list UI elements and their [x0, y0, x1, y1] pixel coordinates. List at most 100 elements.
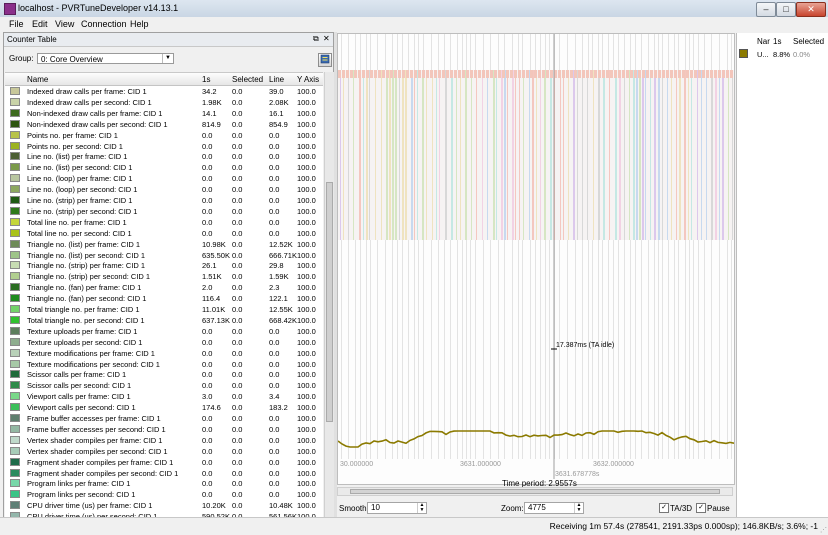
table-row[interactable]: Scissor calls per second: CID 1 0.0 0.0 0.0… — [5, 380, 323, 391]
table-row[interactable]: Frame buffer accesses per frame: CID 1 0.… — [5, 413, 323, 424]
table-row[interactable]: Total line no. per frame: CID 1 0.0 0.0 0.0… — [5, 217, 323, 228]
scrollbar-thumb[interactable] — [326, 182, 333, 422]
counter-color-swatch[interactable] — [10, 392, 20, 401]
menu-connection[interactable]: Connection — [81, 19, 127, 29]
legend-col-name[interactable]: Nar — [757, 37, 770, 46]
col-line-header[interactable]: Line — [269, 75, 284, 84]
counter-color-swatch[interactable] — [10, 97, 20, 106]
table-row[interactable]: Line no. (loop) per second: CID 1 0.0 0.0 0… — [5, 184, 323, 195]
table-scrollbar[interactable] — [324, 72, 334, 517]
legend-row[interactable]: U... 8.8% 0.0% — [737, 49, 828, 61]
table-row[interactable]: Line no. (list) per frame: CID 1 0.0 0.0 0.… — [5, 151, 323, 162]
pause-checkbox[interactable]: ✓ — [696, 503, 706, 513]
close-button[interactable]: ✕ — [796, 2, 826, 17]
legend-col-selected[interactable]: Selected — [793, 37, 824, 46]
table-row[interactable]: Vertex shader compiles per frame: CID 1 0… — [5, 435, 323, 446]
close-panel-icon[interactable]: ✕ — [323, 34, 330, 43]
counter-color-swatch[interactable] — [10, 446, 20, 455]
counter-color-swatch[interactable] — [10, 305, 20, 313]
counter-color-swatch[interactable] — [10, 283, 20, 292]
menu-view[interactable]: View — [55, 19, 74, 29]
table-row[interactable]: Line no. (list) per second: CID 1 0.0 0.0 0… — [5, 162, 323, 173]
counter-color-swatch[interactable] — [10, 239, 20, 248]
table-row[interactable]: Scissor calls per frame: CID 1 0.0 0.0 0.0 1… — [5, 369, 323, 380]
counter-color-swatch[interactable] — [10, 228, 20, 237]
table-row[interactable]: Triangle no. (strip) per frame: CID 1 26.… — [5, 260, 323, 271]
table-row[interactable]: Indexed draw calls per second: CID 1 1.98… — [5, 97, 323, 108]
counter-color-swatch[interactable] — [10, 119, 20, 128]
resize-grip-icon[interactable]: ⋰ — [820, 526, 827, 534]
counter-color-swatch[interactable] — [10, 174, 20, 183]
menu-edit[interactable]: Edit — [32, 19, 48, 29]
counter-color-swatch[interactable] — [10, 217, 20, 226]
table-row[interactable]: Viewport calls per frame: CID 1 3.0 0.0 3.4… — [5, 391, 323, 402]
table-row[interactable]: Triangle no. (strip) per second: CID 1 1.… — [5, 271, 323, 282]
counter-color-swatch[interactable] — [10, 108, 20, 117]
counter-color-swatch[interactable] — [10, 414, 20, 422]
zoom-spinbox[interactable]: 4775 ▲ ▼ — [524, 502, 584, 514]
timeline-scrollbar[interactable] — [337, 487, 733, 496]
counter-color-swatch[interactable] — [10, 315, 20, 324]
counter-color-swatch[interactable] — [10, 403, 20, 412]
table-row[interactable]: Fragment shader compiles per second: CID… — [5, 468, 323, 479]
counter-color-swatch[interactable] — [10, 348, 20, 357]
timeline-scrollbar-thumb[interactable] — [350, 489, 720, 494]
col-selected-header[interactable]: Selected — [232, 75, 263, 84]
table-row[interactable]: Non-indexed draw calls per second: CID 1… — [5, 119, 323, 130]
menu-file[interactable]: File — [9, 19, 24, 29]
col-name-header[interactable]: Name — [27, 75, 48, 84]
group-select[interactable]: 0: Core Overview ▼ — [37, 53, 174, 64]
table-row[interactable]: Viewport calls per second: CID 1 174.6 0.0… — [5, 402, 323, 413]
counter-color-swatch[interactable] — [10, 87, 20, 95]
minimize-button[interactable]: – — [756, 2, 776, 17]
table-row[interactable]: Vertex shader compiles per second: CID 1… — [5, 446, 323, 457]
counter-color-swatch[interactable] — [10, 130, 20, 139]
table-row[interactable]: Texture modifications per second: CID 1 0… — [5, 359, 323, 370]
counter-color-swatch[interactable] — [10, 326, 20, 335]
maximize-button[interactable]: □ — [776, 2, 796, 17]
counter-color-swatch[interactable] — [10, 359, 20, 368]
counter-color-swatch[interactable] — [10, 468, 20, 477]
table-row[interactable]: Total triangle no. per frame: CID 1 11.01… — [5, 304, 323, 315]
counter-color-swatch[interactable] — [10, 272, 20, 281]
counter-color-swatch[interactable] — [10, 206, 20, 215]
smooth-spinbox[interactable]: 10 ▲ ▼ — [367, 502, 427, 514]
counter-color-swatch[interactable] — [10, 152, 20, 161]
table-row[interactable]: Program links per frame: CID 1 0.0 0.0 0.0 1… — [5, 478, 323, 489]
counter-color-swatch[interactable] — [10, 141, 20, 150]
table-row[interactable]: Line no. (loop) per frame: CID 1 0.0 0.0 0.… — [5, 173, 323, 184]
spin-arrows-icon[interactable]: ▲ ▼ — [574, 503, 583, 513]
table-row[interactable]: Texture uploads per second: CID 1 0.0 0.0 0… — [5, 337, 323, 348]
table-row[interactable]: Total line no. per second: CID 1 0.0 0.0 0.… — [5, 228, 323, 239]
counter-color-swatch[interactable] — [10, 250, 20, 259]
table-row[interactable]: Total triangle no. per second: CID 1 637.… — [5, 315, 323, 326]
counter-color-swatch[interactable] — [10, 185, 20, 194]
table-row[interactable]: Fragment shader compiles per frame: CID … — [5, 457, 323, 468]
counter-color-swatch[interactable] — [10, 435, 20, 444]
counter-color-swatch[interactable] — [10, 479, 20, 488]
table-row[interactable]: Texture uploads per frame: CID 1 0.0 0.0 0.… — [5, 326, 323, 337]
table-row[interactable]: Triangle no. (list) per frame: CID 1 10.9… — [5, 239, 323, 250]
counter-color-swatch[interactable] — [10, 163, 20, 172]
counter-color-swatch[interactable] — [10, 337, 20, 346]
counter-color-swatch[interactable] — [10, 490, 20, 499]
table-row[interactable]: Triangle no. (list) per second: CID 1 635… — [5, 250, 323, 261]
counter-color-swatch[interactable] — [10, 370, 20, 379]
table-row[interactable]: CPU driver time (us) per frame: CID 1 10.… — [5, 500, 323, 511]
menu-help[interactable]: Help — [130, 19, 149, 29]
table-row[interactable]: Non-indexed draw calls per frame: CID 1 1… — [5, 108, 323, 119]
counter-color-swatch[interactable] — [10, 424, 20, 433]
col-1s-header[interactable]: 1s — [202, 75, 210, 84]
table-row[interactable]: Triangle no. (fan) per second: CID 1 116.… — [5, 293, 323, 304]
timeline-graph[interactable]: 17.387ms (TA idle) 30.000000 3631.000000… — [337, 33, 735, 485]
table-row[interactable]: Frame buffer accesses per second: CID 1 0… — [5, 424, 323, 435]
table-row[interactable]: Program links per second: CID 1 0.0 0.0 0.0… — [5, 489, 323, 500]
counter-color-swatch[interactable] — [10, 196, 20, 204]
table-row[interactable]: Line no. (strip) per second: CID 1 0.0 0.0… — [5, 206, 323, 217]
counter-color-swatch[interactable] — [10, 457, 20, 466]
table-row[interactable]: Line no. (strip) per frame: CID 1 0.0 0.0 0… — [5, 195, 323, 206]
table-row[interactable]: Indexed draw calls per frame: CID 1 34.2 0… — [5, 86, 323, 97]
counter-color-swatch[interactable] — [10, 261, 20, 270]
counter-settings-button[interactable] — [318, 53, 332, 67]
counter-color-swatch[interactable] — [10, 381, 20, 390]
